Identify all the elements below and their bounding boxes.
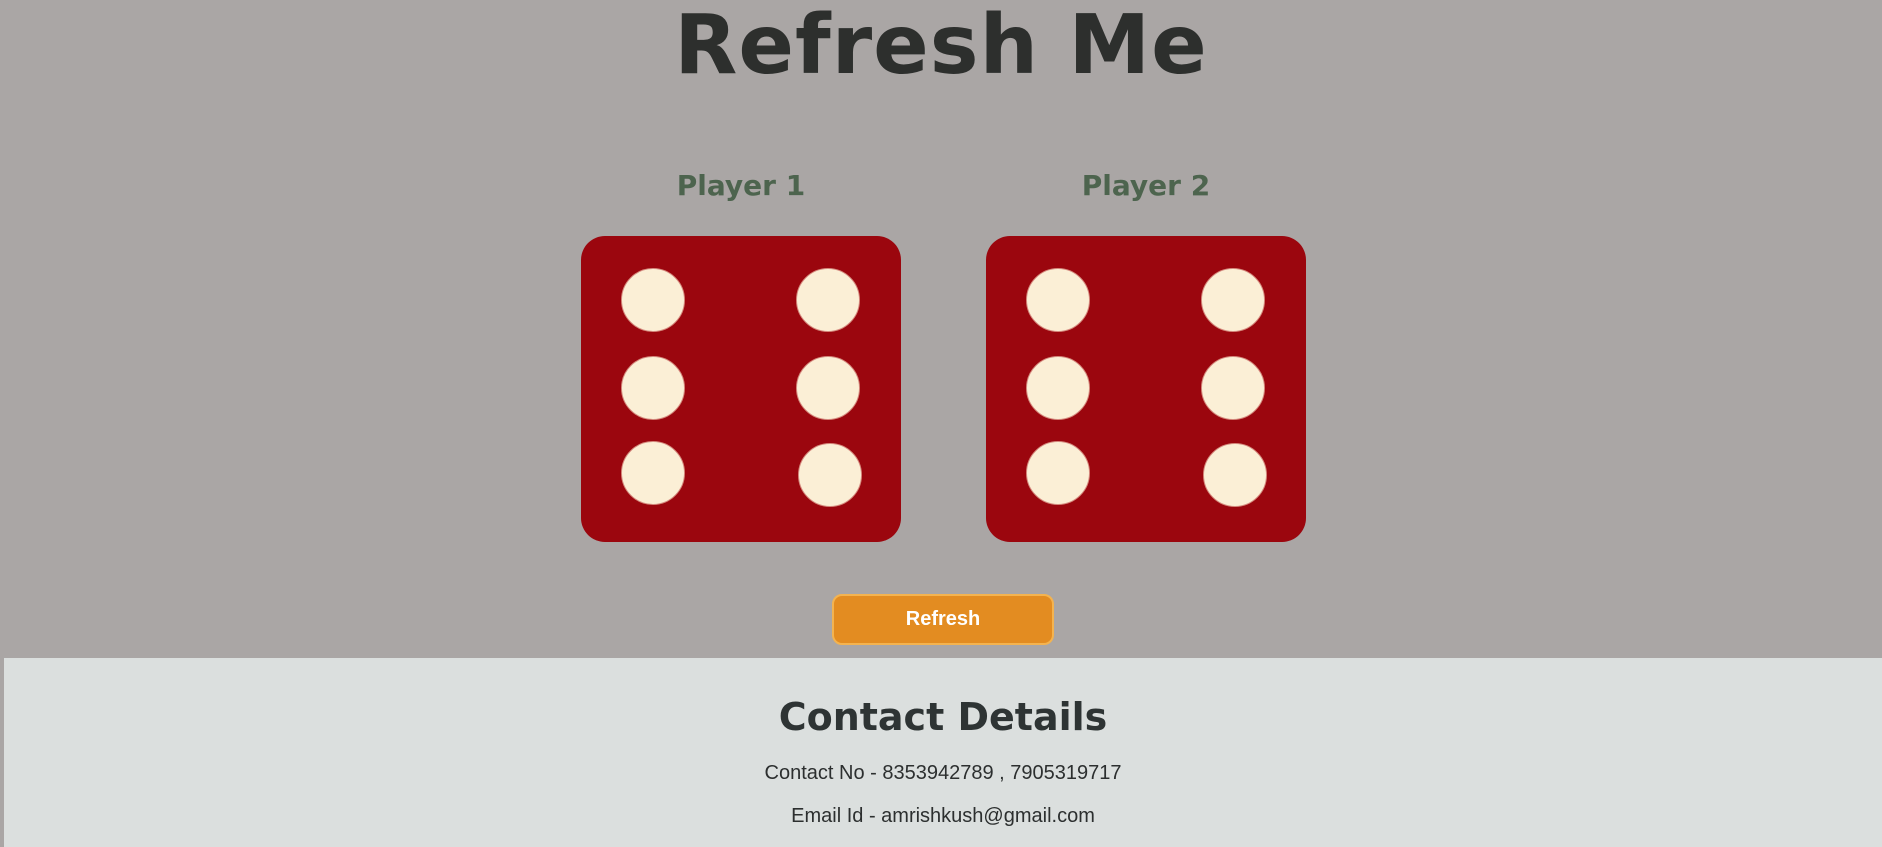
game-page: Refresh Me Player 1 Player 2 Refresh Con… [0, 0, 1882, 847]
die-pip [796, 268, 860, 332]
die-pip [1026, 441, 1090, 505]
contact-number-text: Contact No - 8353942789 , 7905319717 [764, 762, 1122, 784]
die-pip [1203, 443, 1267, 507]
player-two-panel: Player 2 [985, 164, 1307, 542]
contact-footer: Contact Details Contact No - 8353942789 … [4, 658, 1882, 847]
player-one-panel: Player 1 [580, 164, 902, 542]
die-pip [1026, 356, 1090, 420]
player-two-label: Player 2 [1081, 169, 1211, 202]
die-pip [1201, 268, 1265, 332]
player-two-die [986, 236, 1306, 542]
die-pip [621, 268, 685, 332]
die-pip [796, 356, 860, 420]
die-pip [1201, 356, 1265, 420]
player-one-label: Player 1 [676, 169, 806, 202]
page-title: Refresh Me [674, 0, 1208, 93]
email-text: Email Id - amrishkush@gmail.com [791, 805, 1095, 827]
die-pip [1026, 268, 1090, 332]
refresh-button[interactable]: Refresh [832, 594, 1054, 645]
player-one-die [581, 236, 901, 542]
die-pip [621, 356, 685, 420]
die-pip [798, 443, 862, 507]
contact-details-heading: Contact Details [778, 695, 1108, 739]
die-pip [621, 441, 685, 505]
